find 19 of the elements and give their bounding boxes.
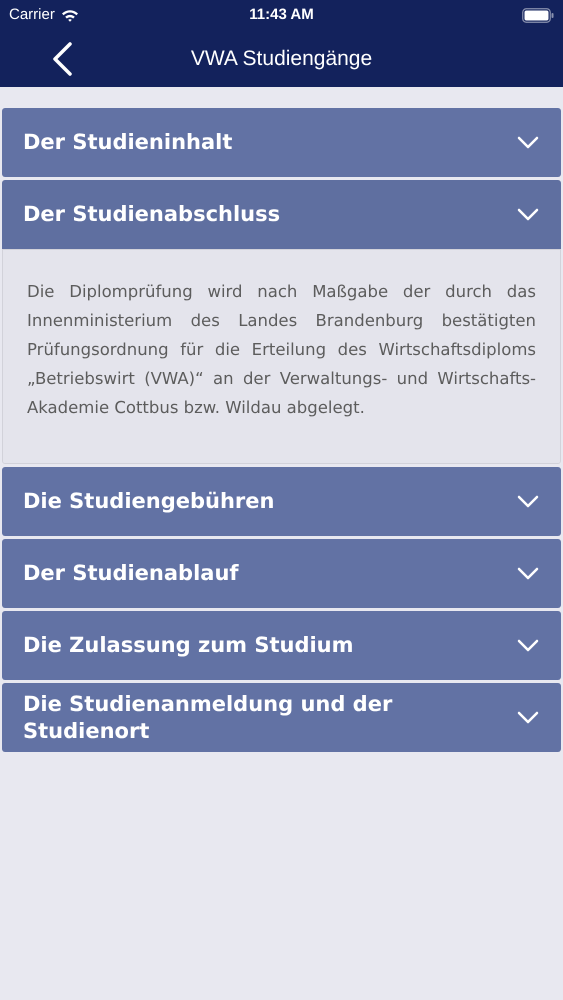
accordion-header[interactable]: Die Zulassung zum Studium (2, 611, 561, 680)
accordion-header[interactable]: Der Studienabschluss (2, 180, 561, 249)
back-chevron-icon (50, 41, 74, 77)
section-text: Die Diplomprüfung wird nach Maßgabe der durch das Innenministerium des Landes Brandenburg bestätigten Prüfungsordnung für die Erteilung des Wirtschaftsdiploms „Betriebswirt (VWA)“ an der Verwaltungs- und Wirtschafts-Akademie Cottbus bzw. Wildau abgelegt. (27, 281, 536, 419)
screen-title: VWA Studiengänge (190, 46, 372, 72)
chevron-down-icon (517, 495, 539, 508)
chevron-down-icon (517, 711, 539, 724)
chevron-down-icon (517, 208, 539, 221)
battery-icon (522, 8, 554, 22)
wifi-icon (60, 8, 79, 22)
carrier-label: Carrier (9, 4, 55, 25)
accordion-header[interactable]: Die Studiengebühren (2, 467, 561, 536)
chevron-down-icon (517, 639, 539, 652)
accordion-header[interactable]: Der Studienablauf (2, 539, 561, 608)
chevron-down-icon (517, 567, 539, 580)
accordion-header[interactable]: Die Studienanmeldung und der Studienort (2, 683, 561, 752)
chevron-down-icon (517, 136, 539, 149)
accordion-header[interactable]: Der Studieninhalt (2, 108, 561, 177)
status-time: 11:43 AM (249, 4, 314, 25)
